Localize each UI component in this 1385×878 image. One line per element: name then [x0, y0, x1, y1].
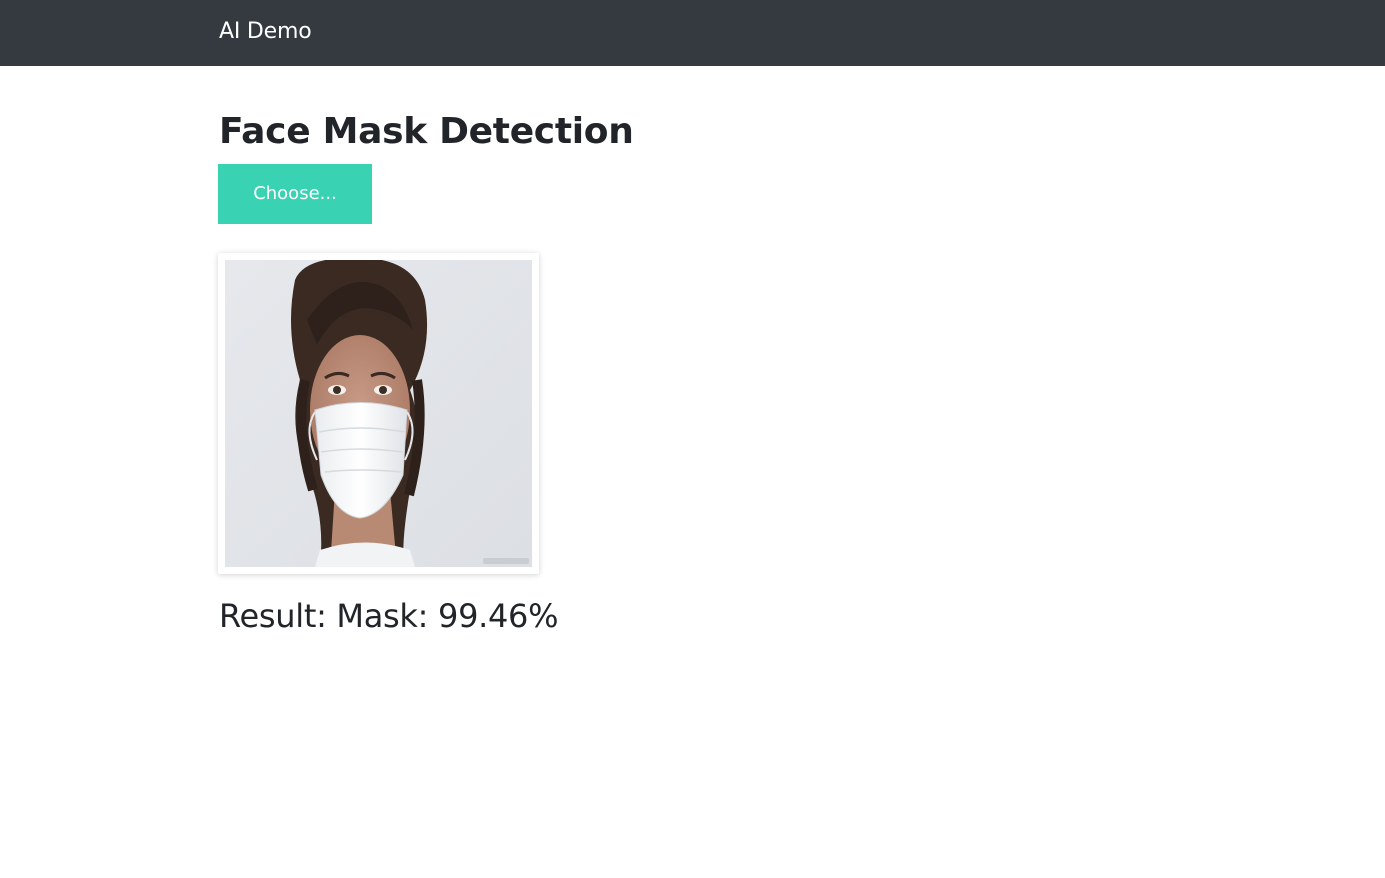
brand-link[interactable]: AI Demo: [219, 16, 312, 48]
preview-image: [225, 260, 532, 567]
top-navbar: AI Demo: [0, 0, 1385, 66]
result-text: Result: Mask: 99.46%: [219, 597, 559, 635]
page-title: Face Mask Detection: [219, 111, 634, 152]
image-preview-card: [218, 253, 539, 574]
choose-file-button[interactable]: Choose...: [218, 164, 372, 224]
